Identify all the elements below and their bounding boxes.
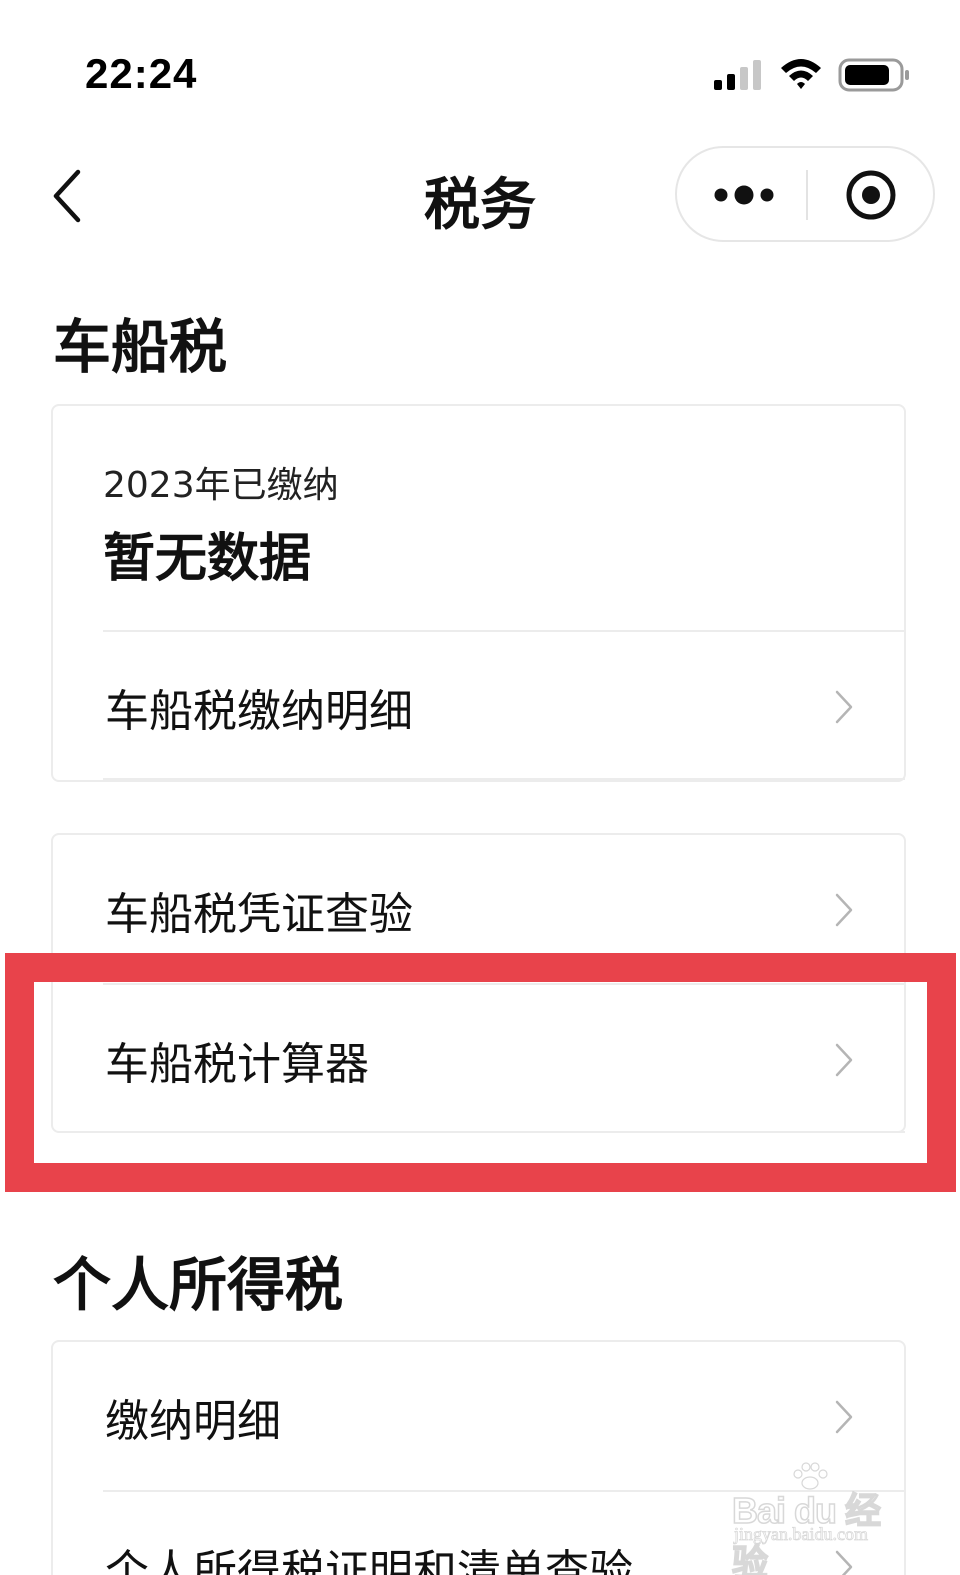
highlight-annotation-frame [5, 953, 956, 1192]
chevron-right-icon [835, 1400, 853, 1434]
battery-icon [838, 58, 909, 92]
chevron-right-icon [835, 690, 853, 724]
nav-bar: 税务 [0, 140, 960, 250]
row-label: 车船税缴纳明细 [105, 686, 413, 737]
status-time: 22:24 [85, 50, 198, 97]
chevron-left-icon[interactable] [48, 168, 88, 224]
card-divider [103, 778, 905, 780]
more-button[interactable] [677, 148, 805, 240]
more-dots-icon [714, 185, 774, 205]
wifi-icon [781, 59, 821, 89]
row-vehicle-tax-payment-details[interactable]: 车船税缴纳明细 [53, 632, 904, 782]
signal-icon [714, 60, 761, 90]
row-label: 缴纳明细 [105, 1396, 281, 1447]
status-bar: 22:24 [0, 0, 960, 130]
target-circle-icon [846, 170, 896, 220]
paid-year-label: 2023年已缴纳 [103, 465, 339, 506]
section-heading-personal-income-tax: 个人所得税 [53, 1251, 344, 1319]
mini-program-capsule [675, 146, 935, 242]
paid-amount-value: 暂无数据 [103, 529, 312, 589]
chevron-right-icon [835, 893, 853, 927]
row-label: 车船税凭证查验 [105, 889, 413, 940]
vehicle-tax-summary-card: 2023年已缴纳 暂无数据 车船税缴纳明细 [51, 404, 906, 782]
close-mini-program-button[interactable] [808, 148, 934, 240]
watermark-url: jingyan.baidu.com [734, 1524, 869, 1545]
baidu-jingyan-watermark: Bai du 经验 jingyan.baidu.com [731, 1462, 907, 1575]
section-heading-vehicle-tax: 车船税 [53, 313, 228, 381]
row-label: 个人所得税证明和清单查验 [105, 1546, 633, 1575]
